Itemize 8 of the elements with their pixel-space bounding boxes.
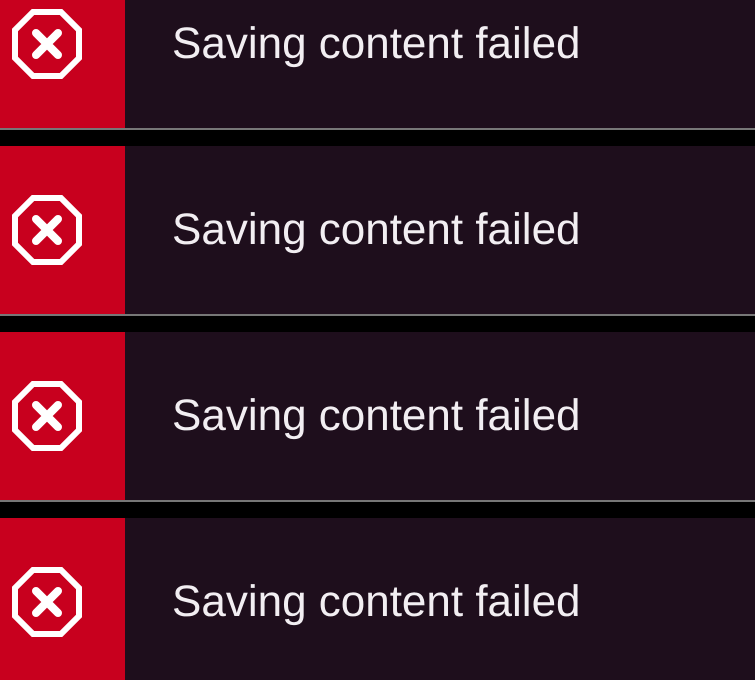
toast-message: Saving content failed — [172, 576, 581, 628]
error-icon — [12, 9, 82, 79]
error-icon — [12, 195, 82, 265]
toast-message: Saving content failed — [172, 390, 581, 442]
toast-message: Saving content failed — [172, 18, 581, 70]
toast-message: Saving content failed — [172, 204, 581, 256]
error-icon — [12, 381, 82, 451]
error-icon — [12, 567, 82, 637]
